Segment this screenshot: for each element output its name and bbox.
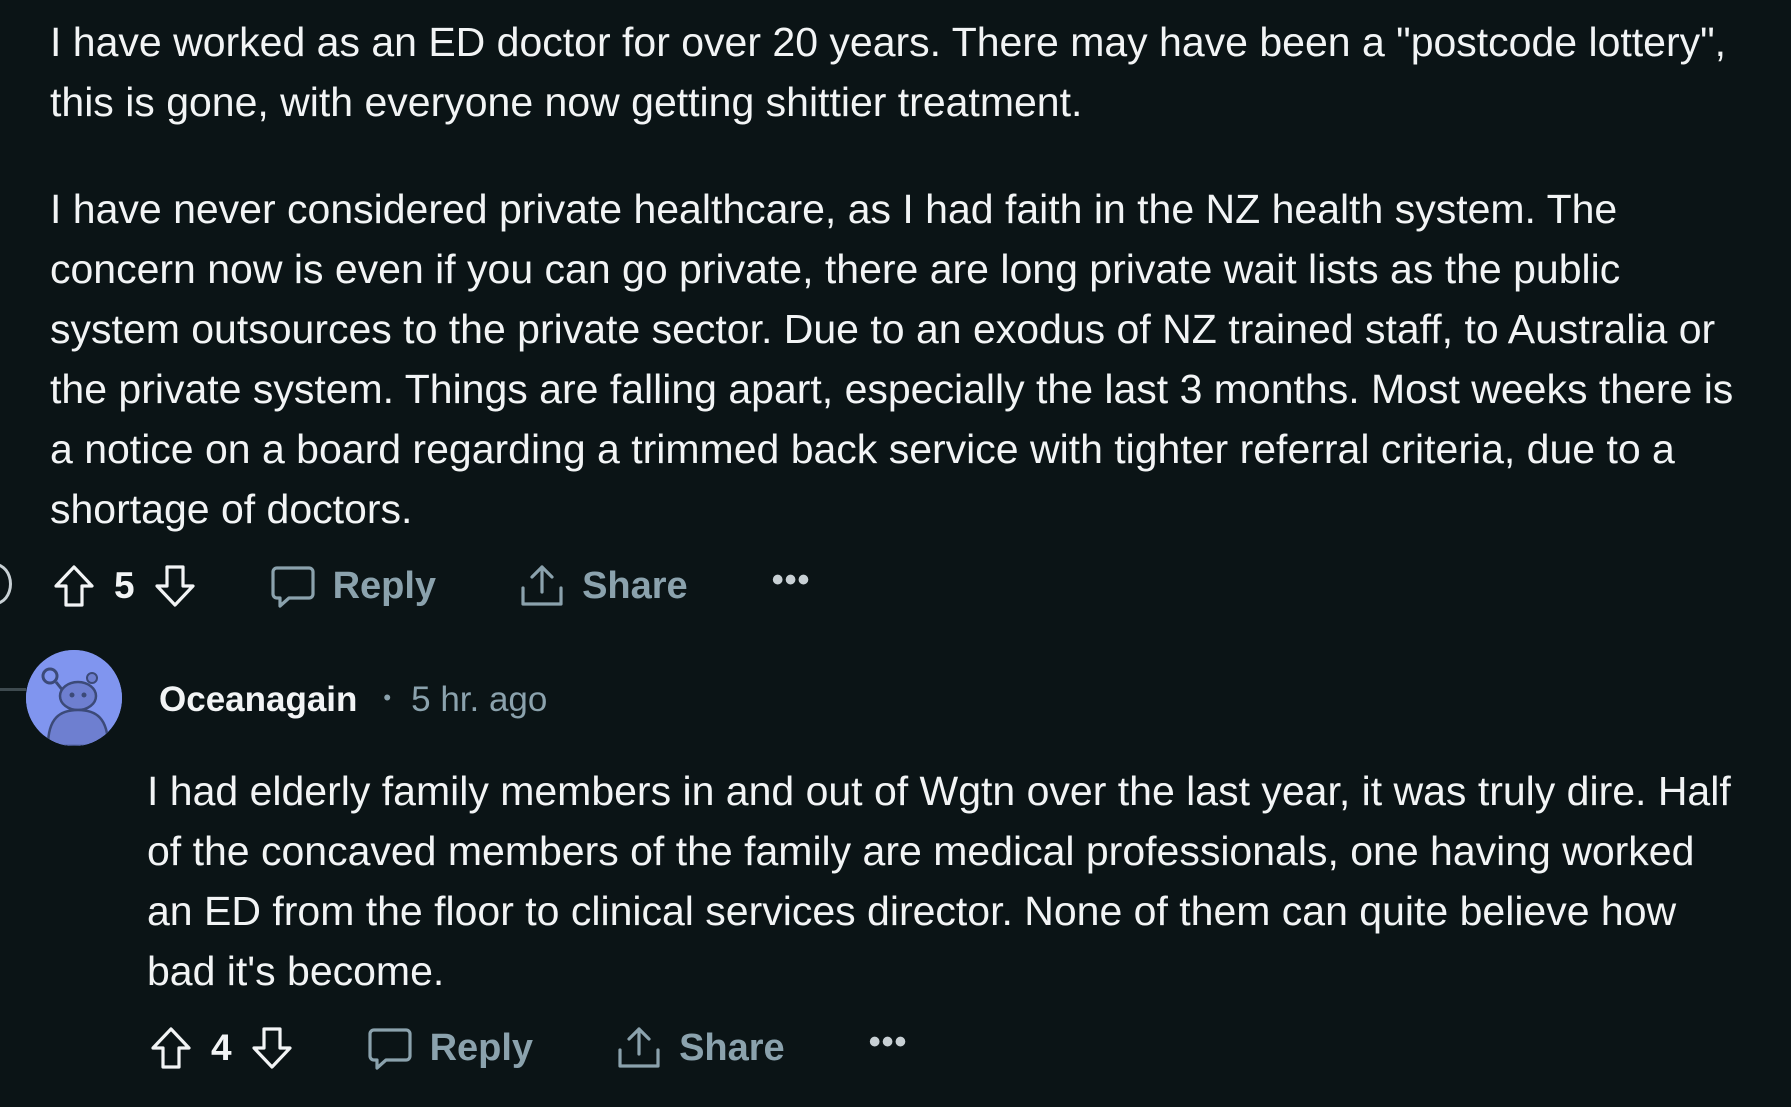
- reply-button[interactable]: Reply: [366, 1024, 533, 1072]
- comment-2-score: 4: [211, 1027, 232, 1068]
- comment-1-vote: 5: [48, 560, 201, 612]
- share-label: Share: [582, 564, 688, 607]
- comment-1-score: 5: [114, 565, 135, 606]
- share-label: Share: [679, 1026, 785, 1069]
- timestamp[interactable]: 5 hr. ago: [411, 680, 547, 720]
- more-icon[interactable]: •••: [869, 1023, 908, 1062]
- upvote-icon[interactable]: [145, 1022, 197, 1074]
- separator-dot: •: [383, 685, 392, 710]
- comment-1-paragraph-2: I have never considered private healthca…: [50, 186, 1734, 532]
- share-icon: [521, 565, 563, 606]
- downvote-icon[interactable]: [149, 560, 201, 612]
- share-button[interactable]: Share: [615, 1024, 785, 1072]
- comment-2-vote: 4: [145, 1022, 298, 1074]
- comment-1-action-bar: 5 Reply Share •••: [48, 556, 810, 616]
- reply-button[interactable]: Reply: [269, 562, 436, 610]
- comment-1-paragraph-1: I have worked as an ED doctor for over 2…: [50, 19, 1727, 125]
- reply-label: Reply: [429, 1026, 534, 1069]
- comment-icon: [367, 1028, 412, 1070]
- upvote-icon[interactable]: [48, 560, 100, 612]
- share-icon: [618, 1027, 660, 1068]
- reply-label: Reply: [332, 564, 437, 607]
- downvote-icon[interactable]: [246, 1022, 298, 1074]
- comment-2-meta: Oceanagain • 5 hr. ago: [159, 672, 547, 728]
- snoo-avatar-icon[interactable]: [26, 650, 122, 746]
- share-button[interactable]: Share: [518, 562, 688, 610]
- comment-2-paragraph-1: I had elderly family members in and out …: [147, 768, 1731, 994]
- comment-icon: [270, 566, 315, 608]
- username[interactable]: Oceanagain: [159, 680, 357, 720]
- thread-connector: [0, 688, 26, 691]
- comment-thread: I have worked as an ED doctor for over 2…: [0, 0, 1791, 1107]
- more-icon[interactable]: •••: [772, 561, 811, 600]
- collapse-thread-icon[interactable]: [0, 563, 12, 605]
- comment-2-action-bar: 4 Reply Share •••: [145, 1018, 907, 1078]
